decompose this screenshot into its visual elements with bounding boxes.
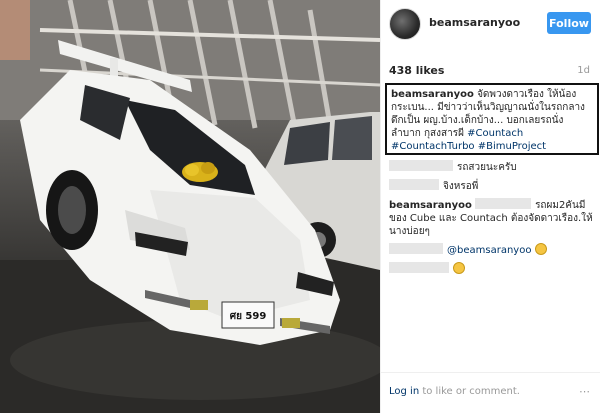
fearful-face-emoji [453,262,465,274]
hashtag-countachturbo[interactable]: #CountachTurbo [391,141,475,152]
comment-mention[interactable]: @beamsaranyoo [447,245,531,256]
avatar[interactable] [389,8,421,40]
redacted-username [389,262,449,273]
more-options-icon[interactable]: ⋯ [579,385,591,398]
hashtag-countach[interactable]: #Countach [467,128,523,139]
countach-photo-illustration: ศย 599 [0,0,380,413]
grinning-face-emoji [534,243,547,255]
post-header: beamsaranyoo Follow [381,0,600,48]
hashtag-bimuproject[interactable]: #BimuProject [478,141,546,152]
redacted-username [389,179,439,190]
follow-button[interactable]: Follow [547,12,591,34]
redacted-username [389,243,443,254]
comment-text: จิงหรอพี่ [443,181,479,192]
author-username[interactable]: beamsaranyoo [429,16,520,29]
post-photo: ศย 599 [0,0,380,413]
comment-item [389,262,595,276]
comment-item: beamsaranyoo รถผม2คันมีของ Cube และ Coun… [389,198,595,238]
comment-username[interactable]: beamsaranyoo [389,200,472,211]
comment-item: รถสวยนะครับ [389,160,595,174]
post-footer: Log in to like or comment. ⋯ [381,372,600,413]
comment-item: @beamsaranyoo [389,243,595,257]
post-sidebar: beamsaranyoo Follow 438 likes 1d beamsar… [380,0,600,413]
caption-username[interactable]: beamsaranyoo [391,89,474,100]
redacted-username [475,198,532,209]
likes-count[interactable]: 438 likes [389,64,444,77]
login-prompt: Log in to like or comment. [389,386,520,397]
wall-panel [0,0,30,60]
login-link[interactable]: Log in [389,386,419,397]
license-plate-number: ศย 599 [230,311,267,322]
login-prompt-rest: to like or comment. [419,386,520,397]
comment-item: จิงหรอพี่ [389,179,595,193]
redacted-username [389,160,453,171]
comment-list: รถสวยนะครับ จิงหรอพี่ beamsaranyoo รถผม2… [389,160,595,281]
comment-text: รถสวยนะครับ [457,162,517,173]
caption-box: beamsaranyoo จัดพวงดาวเรือง ให้น้องกระเบ… [385,83,599,155]
post-age[interactable]: 1d [577,65,590,76]
